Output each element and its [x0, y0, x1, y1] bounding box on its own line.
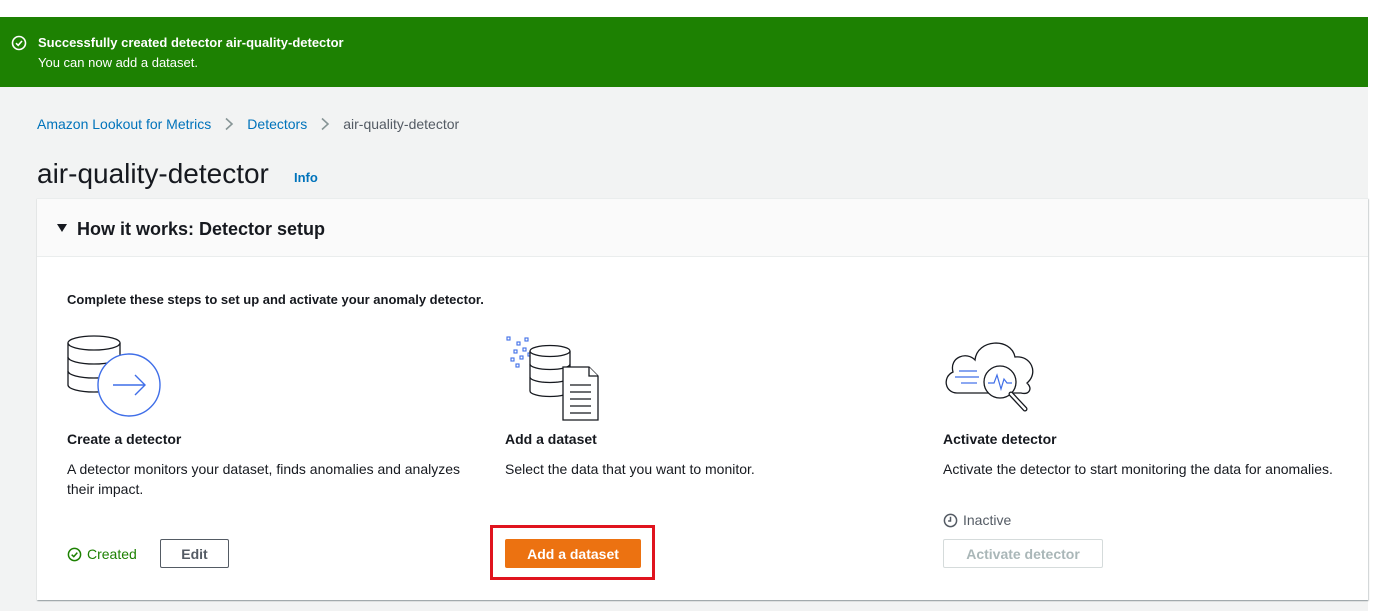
step-title: Activate detector	[943, 431, 1057, 447]
chevron-right-icon	[321, 117, 330, 131]
status-inactive: Inactive	[943, 511, 1011, 529]
cloud-magnifier-icon	[945, 342, 1034, 412]
activate-detector-button[interactable]: Activate detector	[943, 539, 1103, 568]
flash-title: Successfully created detector air-qualit…	[38, 35, 344, 50]
add-dataset-button[interactable]: Add a dataset	[505, 539, 641, 568]
step-title: Create a detector	[67, 431, 182, 447]
detector-setup-panel: How it works: Detector setup Complete th…	[37, 198, 1368, 600]
panel-intro: Complete these steps to set up and activ…	[67, 292, 484, 307]
panel-header[interactable]: How it works: Detector setup	[37, 199, 1368, 257]
database-document-icon	[506, 336, 599, 421]
page-title: air-quality-detector	[37, 158, 269, 189]
info-link[interactable]: Info	[294, 170, 318, 185]
check-circle-icon	[11, 35, 27, 51]
panel-title[interactable]: How it works: Detector setup	[77, 218, 325, 240]
breadcrumb-lookout-for-metrics[interactable]: Amazon Lookout for Metrics	[37, 115, 211, 133]
breadcrumb-detectors[interactable]: Detectors	[247, 115, 307, 133]
breadcrumb-current: air-quality-detector	[343, 116, 460, 132]
step-description: Activate the detector to start monitorin…	[943, 461, 1333, 477]
caret-down-icon	[57, 224, 67, 232]
clock-icon	[943, 513, 958, 527]
status-inactive-label: Inactive	[963, 512, 1012, 528]
breadcrumb: Amazon Lookout for Metrics Detectors air…	[37, 115, 459, 133]
top-strip	[0, 0, 1375, 17]
status-created: Created	[67, 545, 137, 563]
check-circle-icon	[67, 547, 82, 561]
status-created-label: Created	[87, 546, 137, 562]
right-edge	[1368, 17, 1375, 611]
flash-message: You can now add a dataset.	[38, 55, 198, 70]
database-arrow-icon	[67, 335, 161, 417]
step-title: Add a dataset	[505, 431, 597, 447]
step-description: Select the data that you want to monitor…	[505, 461, 755, 477]
step-description: A detector monitors your dataset, finds …	[67, 461, 460, 497]
success-flash-banner: Successfully created detector air-qualit…	[0, 17, 1368, 87]
chevron-right-icon	[225, 117, 234, 131]
edit-button[interactable]: Edit	[160, 539, 229, 568]
